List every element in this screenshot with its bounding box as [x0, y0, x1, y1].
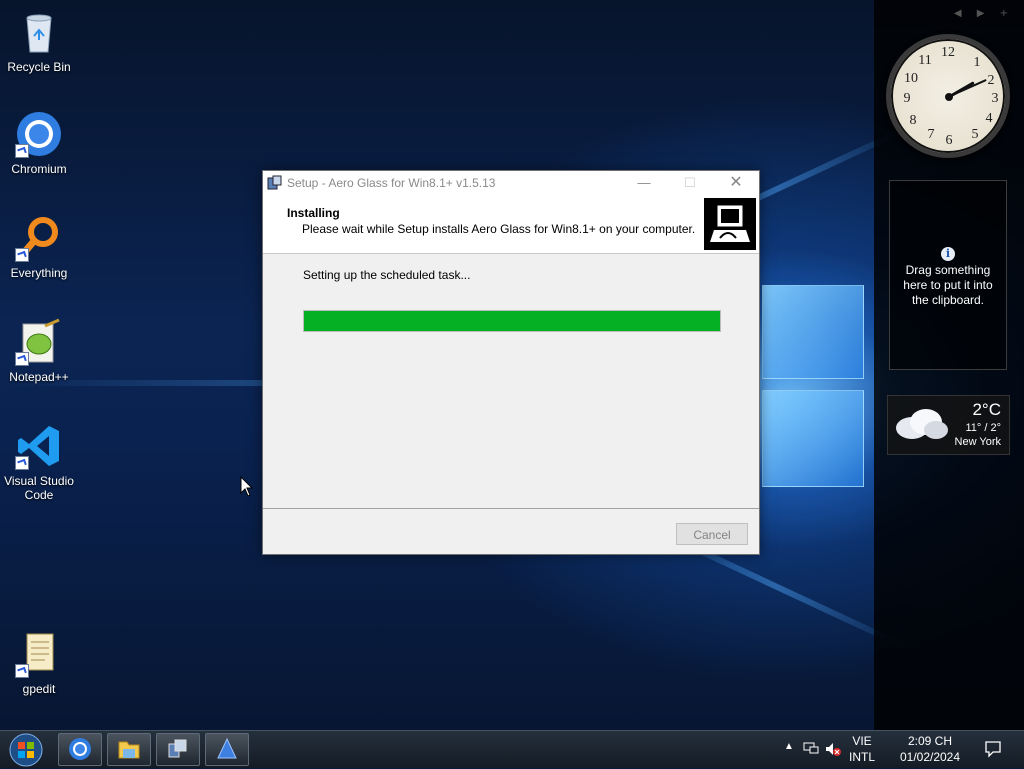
weather-gadget[interactable]: 2°C 11° / 2° New York [887, 395, 1010, 455]
status-text: Setting up the scheduled task... [303, 268, 471, 282]
action-center-icon[interactable] [984, 740, 1002, 758]
windows-logo-pane [762, 285, 864, 379]
clipboard-gadget-text: Drag something here to put it into the c… [903, 263, 993, 307]
network-icon[interactable] [802, 741, 820, 757]
cancel-button[interactable]: Cancel [676, 523, 748, 545]
info-icon: i [941, 247, 955, 261]
desktop-icon-vscode[interactable]: Visual Studio Code [0, 422, 78, 502]
start-button[interactable] [6, 732, 46, 768]
input-language-bottom[interactable]: INTL [842, 750, 882, 764]
file-explorer-taskbar-icon [118, 741, 140, 759]
installer-computer-icon [704, 198, 756, 250]
header-title: Installing [287, 206, 340, 220]
setup-taskbar-icon [168, 739, 187, 758]
dialog-title: Setup - Aero Glass for Win8.1+ v1.5.13 [287, 176, 496, 190]
desktop-icon-gpedit[interactable]: gpedit [0, 630, 78, 696]
taskbar: ▲ VIE INTL 2:09 CH 01/02/2024 [0, 730, 1024, 768]
vscode-icon [15, 422, 63, 470]
progress-bar-fill [304, 311, 720, 331]
shortcut-arrow-icon [15, 664, 29, 678]
taskbar-file-explorer[interactable] [107, 733, 151, 766]
shortcut-arrow-icon [15, 248, 29, 262]
shortcut-arrow-icon [15, 352, 29, 366]
setup-app-icon [267, 175, 282, 190]
clock-time[interactable]: 2:09 CH [894, 734, 966, 748]
close-button[interactable]: ✕ [713, 171, 759, 195]
desktop-icon-notepad-plus-plus[interactable]: Notepad++ [0, 318, 78, 384]
chromium-icon [15, 110, 63, 158]
progress-bar [303, 310, 721, 332]
system-tray: ▲ VIE INTL 2:09 CH 01/02/2024 [784, 731, 1024, 769]
weather-temperature: 2°C [972, 400, 1001, 419]
footer-divider [263, 508, 759, 509]
header-subtitle: Please wait while Setup installs Aero Gl… [302, 222, 696, 236]
maximize-button[interactable]: ☐ [667, 171, 713, 195]
shortcut-arrow-icon [15, 456, 29, 470]
mouse-cursor-icon [240, 476, 254, 497]
title-bar[interactable]: Setup - Aero Glass for Win8.1+ v1.5.13 —… [263, 171, 759, 195]
notepad-plus-plus-icon [15, 318, 63, 366]
taskbar-chromium[interactable] [58, 733, 102, 766]
cloud-icon [896, 409, 948, 439]
shortcut-arrow-icon [15, 144, 29, 158]
icon-label: Visual Studio Code [4, 474, 74, 502]
recycle-bin-icon [15, 8, 63, 56]
icon-label: Recycle Bin [7, 60, 71, 74]
icon-label: Chromium [11, 162, 67, 176]
everything-search-icon [15, 214, 63, 262]
icon-label: gpedit [22, 682, 56, 696]
taskbar-setup[interactable] [156, 733, 200, 766]
clipboard-gadget[interactable]: i Drag something here to put it into the… [889, 180, 1007, 370]
volume-muted-icon[interactable] [824, 741, 842, 757]
dialog-header: Installing Please wait while Setup insta… [263, 195, 759, 254]
clock-gadget[interactable]: 12 1 2 3 4 5 6 7 8 9 10 11 [886, 34, 1010, 158]
minimize-button[interactable]: — [621, 171, 667, 195]
windows-logo-pane [762, 390, 864, 487]
show-hidden-icons-button[interactable]: ▲ [784, 741, 794, 752]
icon-label: Everything [10, 266, 68, 280]
icon-label: Notepad++ [9, 370, 69, 384]
desktop-icon-everything[interactable]: Everything [0, 214, 78, 280]
setup-dialog: Setup - Aero Glass for Win8.1+ v1.5.13 —… [262, 170, 760, 555]
desktop-icon-recycle-bin[interactable]: Recycle Bin [0, 8, 78, 74]
clock-minute-hand [947, 79, 987, 98]
weather-city: New York [954, 436, 1001, 448]
gpedit-icon [15, 630, 63, 678]
desktop-icon-chromium[interactable]: Chromium [0, 110, 78, 176]
clock-date[interactable]: 01/02/2024 [894, 750, 966, 764]
chromium-taskbar-icon [69, 738, 91, 760]
weather-range: 11° / 2° [965, 422, 1001, 434]
taskbar-aero-glass[interactable] [205, 733, 249, 766]
input-language-top[interactable]: VIE [842, 734, 882, 748]
clock-center [945, 93, 953, 101]
sidebar-nav-arrows[interactable]: ◀ ▶ + [954, 8, 1014, 19]
aero-glass-taskbar-icon [217, 737, 237, 759]
